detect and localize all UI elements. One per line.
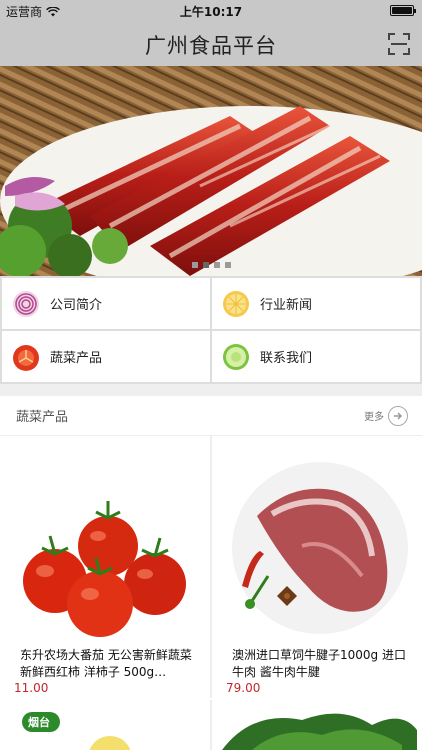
product-name: 澳洲进口草饲牛腱子1000g 进口牛肉 酱牛肉牛腱 [232,648,406,679]
scan-icon[interactable] [388,33,410,55]
banner-carousel[interactable] [0,66,422,276]
nav-bar: 广州食品平台 [0,22,422,66]
product-price: 79.00 [226,681,261,695]
tomato-product-image [0,436,210,646]
carousel-dot[interactable] [191,262,198,268]
category-grid: 公司简介 行业新闻 蔬菜产品 联系我们 [0,276,422,384]
product-grid: 东升农场大番茄 无公害新鲜蔬菜 新鲜西红柿 洋柿子 500g… 11.00 澳洲… [0,436,422,698]
more-label: 更多 [364,412,384,423]
carousel-dot[interactable] [213,262,220,268]
menu-label: 蔬菜产品 [50,351,103,366]
menu-industry-news[interactable]: 行业新闻 [212,278,420,329]
more-link[interactable]: 更多 [364,405,408,426]
product-card[interactable]: 澳洲进口草饲牛腱子1000g 进口牛肉 酱牛肉牛腱 79.00 [212,436,422,698]
menu-contact-us[interactable]: 联系我们 [212,331,420,382]
product-card[interactable] [212,700,422,750]
section-title: 蔬菜产品 [16,410,69,425]
cucumber-icon [223,343,249,370]
carousel-dot-active[interactable] [202,262,209,268]
battery-icon [390,5,416,16]
greens-product-image [212,700,422,750]
menu-vegetable-products[interactable]: 蔬菜产品 [2,331,210,382]
carousel-dot[interactable] [224,262,231,268]
menu-label: 行业新闻 [260,298,313,313]
beef-product-image [212,436,422,646]
menu-company-intro[interactable]: 公司简介 [2,278,210,329]
onion-icon [13,290,39,317]
products-section: 蔬菜产品 更多 东升农场大番茄 无公害新鲜蔬菜 新鲜西红柿 洋柿子 500g… … [0,396,422,750]
status-bar: 运营商 上午10:17 [0,0,422,22]
status-time: 上午10:17 [179,5,243,19]
brand-badge: 烟台 [28,716,50,729]
carousel-dots [0,262,422,268]
product-grid-row: 烟台 [0,700,422,750]
tomato-icon [13,344,39,371]
menu-label: 联系我们 [260,351,313,366]
product-card[interactable]: 东升农场大番茄 无公害新鲜蔬菜 新鲜西红柿 洋柿子 500g… 11.00 [0,436,210,698]
section-header: 蔬菜产品 更多 [0,396,422,436]
page-title: 广州食品平台 [145,34,277,58]
arrow-right-icon [388,405,408,426]
banner-image [0,66,422,276]
menu-label: 公司简介 [50,298,103,313]
citrus-icon [223,290,249,317]
product-price: 11.00 [14,681,49,695]
product-card[interactable]: 烟台 [0,700,210,750]
product-name: 东升农场大番茄 无公害新鲜蔬菜 新鲜西红柿 洋柿子 500g… [20,648,192,679]
